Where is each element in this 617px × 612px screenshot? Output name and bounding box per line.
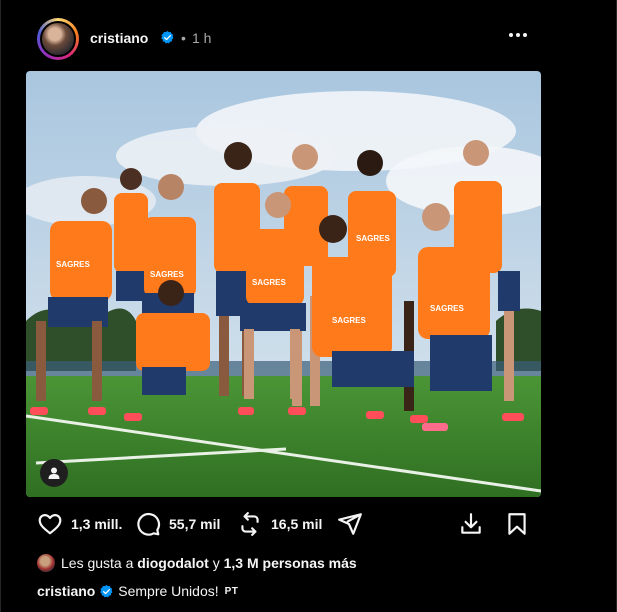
translate-badge[interactable]: PT <box>225 586 239 597</box>
svg-text:SAGRES: SAGRES <box>252 278 286 287</box>
download-icon[interactable] <box>458 511 484 537</box>
liked-by-user[interactable]: diogodalot <box>137 555 209 571</box>
svg-text:SAGRES: SAGRES <box>150 270 184 279</box>
post-photo[interactable]: SAGRES SAGRES SAGRES SAGRES SAGRES SAGRE… <box>26 71 541 497</box>
liked-by-others[interactable]: 1,3 M personas más <box>224 555 357 571</box>
post-header: cristiano • 1 h <box>37 18 582 62</box>
comment-action[interactable]: 55,7 mil <box>135 508 220 540</box>
comment-icon[interactable] <box>135 511 161 537</box>
verified-badge-icon <box>161 30 174 44</box>
svg-text:SAGRES: SAGRES <box>430 304 464 313</box>
author-avatar[interactable] <box>40 21 76 57</box>
post-actions: 1,3 mill. 55,7 mil 16,5 mil <box>37 508 537 540</box>
save-icon[interactable] <box>504 511 530 537</box>
svg-text:SAGRES: SAGRES <box>332 316 366 325</box>
liked-by-line: Les gusta a diogodalot y 1,3 M personas … <box>37 552 357 574</box>
caption-text: Sempre Unidos! <box>118 583 219 599</box>
caption-line: cristiano Sempre Unidos! PT <box>37 580 238 602</box>
liked-by-connector: y <box>212 555 220 571</box>
post-timestamp[interactable]: 1 h <box>192 30 211 46</box>
repost-action[interactable]: 16,5 mil <box>237 508 322 540</box>
user-tag-button[interactable] <box>40 459 68 487</box>
author-username[interactable]: cristiano <box>90 30 148 46</box>
svg-text:SAGRES: SAGRES <box>356 234 390 243</box>
header-separator: • <box>181 30 186 46</box>
svg-text:SAGRES: SAGRES <box>56 260 90 269</box>
caption-author[interactable]: cristiano <box>37 583 95 599</box>
caption-verified-icon <box>100 584 113 597</box>
author-avatar-ring[interactable] <box>37 18 79 60</box>
more-options-icon[interactable] <box>507 24 529 46</box>
repost-icon[interactable] <box>237 511 263 537</box>
liked-by-prefix: Les gusta a <box>61 555 134 571</box>
comments-count[interactable]: 55,7 mil <box>169 516 220 532</box>
post-frame: cristiano • 1 h SAGRES SAGRES SAGRES SAG… <box>0 0 617 612</box>
share-action[interactable] <box>337 508 363 540</box>
download-action[interactable] <box>458 508 484 540</box>
liker-avatar[interactable] <box>37 554 55 572</box>
save-action[interactable] <box>504 508 530 540</box>
likes-count[interactable]: 1,3 mill. <box>71 516 122 532</box>
reposts-count[interactable]: 16,5 mil <box>271 516 322 532</box>
like-action[interactable]: 1,3 mill. <box>37 508 122 540</box>
user-tag-icon <box>48 467 60 479</box>
heart-icon[interactable] <box>37 511 63 537</box>
team-photo-illustration: SAGRES SAGRES SAGRES SAGRES SAGRES SAGRE… <box>26 71 541 497</box>
share-icon[interactable] <box>337 511 363 537</box>
